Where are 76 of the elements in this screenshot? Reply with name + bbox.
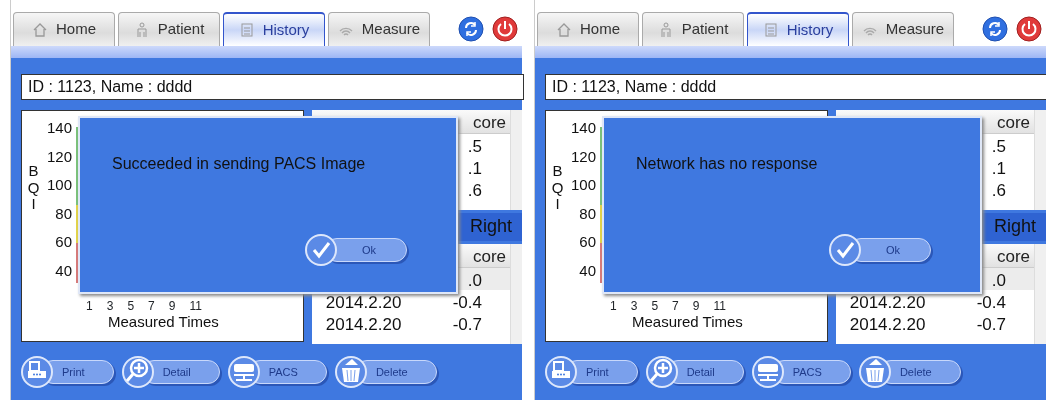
y-tick-label: 100: [46, 175, 72, 196]
y-tick-label: 80: [579, 203, 596, 224]
x-axis-label: Measured Times: [632, 312, 743, 332]
x-tick-label: 1: [86, 298, 93, 315]
dialog-message: Succeeded in sending PACS Image: [112, 154, 366, 174]
power-icon[interactable]: [492, 16, 518, 42]
x-tick-label: 3: [630, 298, 638, 315]
x-tick-label: 11: [713, 298, 726, 315]
y-tick-label: 140: [46, 118, 72, 138]
network-icon: [751, 356, 784, 388]
checkmark-icon: [829, 234, 861, 266]
table-cell-text: .6: [466, 180, 483, 200]
table-cell-text: .5: [466, 136, 483, 156]
table-cell-text: .1: [466, 158, 483, 178]
tab[interactable]: Patient: [642, 12, 744, 46]
document-icon: [238, 22, 255, 38]
dialog-message: Network has no response: [636, 154, 818, 174]
patient-id-field[interactable]: ID : 1123, Name : dddd: [21, 74, 524, 100]
tab[interactable]: Measure: [328, 12, 430, 46]
y-tick-label: 120: [570, 146, 596, 167]
printer-icon: [21, 356, 53, 388]
network-icon: [227, 356, 260, 388]
x-axis-label: Measured Times: [108, 312, 219, 332]
patient-id-field[interactable]: ID : 1123, Name : dddd: [545, 74, 1046, 100]
scrollbar[interactable]: [510, 110, 522, 210]
tab[interactable]: Home: [537, 12, 639, 46]
table-cell-text: .6: [990, 180, 1007, 200]
table-cell-text: .1: [990, 158, 1007, 178]
scrollbar[interactable]: [1034, 110, 1046, 210]
refresh-icon[interactable]: [982, 16, 1008, 42]
power-icon[interactable]: [1016, 16, 1042, 42]
y-axis-label: BQI: [550, 163, 565, 213]
x-tick-label: 11: [189, 298, 202, 315]
scrollbar[interactable]: [510, 244, 522, 344]
trash-bin-icon: [334, 356, 367, 388]
table-row[interactable]: 2014.2.20 -0.4: [311, 290, 510, 312]
refresh-icon[interactable]: [458, 16, 484, 42]
table-row[interactable]: 2014.2.20 -0.7: [311, 312, 510, 334]
column-header: core: [995, 112, 1031, 133]
house-icon: [32, 21, 48, 38]
y-tick-label: 100: [570, 175, 596, 196]
x-tick-label: 9: [692, 298, 700, 315]
y-tick-label: 60: [579, 232, 596, 253]
column-header: core: [995, 246, 1031, 267]
x-tick-label: 7: [148, 298, 155, 315]
column-header: core: [471, 246, 507, 267]
zoom-in-icon: [121, 356, 154, 388]
zoom-in-icon: [645, 356, 678, 388]
x-tick-label: 1: [610, 298, 617, 315]
y-axis-label: BQI: [26, 163, 41, 213]
y-tick-label: 80: [55, 203, 72, 224]
x-tick-label: 5: [127, 298, 135, 315]
y-tick-label: 40: [579, 260, 596, 281]
tab[interactable]: Patient: [118, 12, 220, 46]
x-tick-label: 3: [106, 298, 114, 315]
y-tick-label: 140: [570, 118, 596, 138]
document-icon: [762, 22, 779, 38]
printer-icon: [545, 356, 577, 388]
column-header: core: [471, 112, 507, 133]
checkmark-icon: [305, 234, 337, 266]
house-icon: [556, 21, 572, 38]
x-tick-label: 7: [672, 298, 679, 315]
trash-bin-icon: [858, 356, 891, 388]
x-tick-label: 9: [168, 298, 176, 315]
tab[interactable]: Measure: [852, 12, 954, 46]
table-cell-text: .5: [990, 136, 1007, 156]
y-tick-label: 120: [46, 146, 72, 167]
scrollbar[interactable]: [1034, 244, 1046, 344]
x-tick-label: 5: [651, 298, 659, 315]
y-tick-label: 40: [55, 260, 72, 281]
table-row[interactable]: 2014.2.20 -0.7: [835, 312, 1034, 334]
tab[interactable]: History: [223, 12, 325, 46]
y-tick-label: 60: [55, 232, 72, 253]
tab[interactable]: History: [747, 12, 849, 46]
table-row[interactable]: 2014.2.20 -0.4: [835, 290, 1034, 312]
tab[interactable]: Home: [13, 12, 115, 46]
